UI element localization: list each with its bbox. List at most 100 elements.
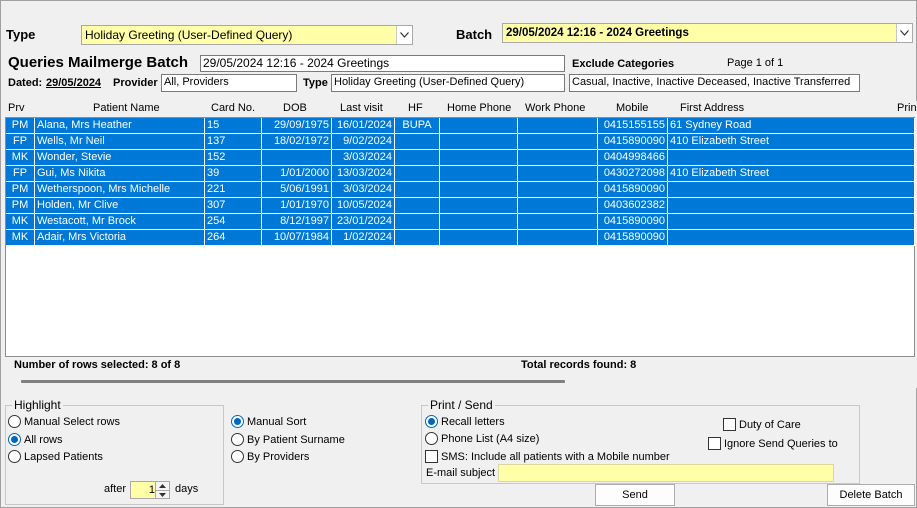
table-cell: 0415890090 xyxy=(598,214,668,229)
batch-dropdown-value: 29/05/2024 12:16 - 2024 Greetings xyxy=(506,27,689,39)
send-button[interactable]: Send xyxy=(595,484,675,506)
type-dropdown[interactable]: Holiday Greeting (User-Defined Query) xyxy=(81,25,413,45)
table-cell: 0404998466 xyxy=(598,150,668,165)
table-cell: PM xyxy=(6,118,35,133)
table-cell: Wells, Mr Neil xyxy=(35,134,205,149)
table-cell: PM xyxy=(6,182,35,197)
grid-header: Prv Patient Name Card No. DOB Last visit… xyxy=(5,101,917,117)
radio-manual-select[interactable]: Manual Select rows xyxy=(8,415,120,428)
checkbox-icon[interactable] xyxy=(723,418,736,431)
radio-selected-icon[interactable] xyxy=(231,415,244,428)
checkbox-icon[interactable] xyxy=(708,437,721,450)
table-row[interactable]: MK Wonder, Stevie 152 3/03/2024 0404998466 xyxy=(6,150,915,166)
table-cell xyxy=(518,198,598,213)
table-cell xyxy=(395,182,440,197)
days-stepper-value[interactable]: 1 xyxy=(131,484,155,496)
col-last-visit[interactable]: Last visit xyxy=(340,102,383,114)
dated-value: 29/05/2024 xyxy=(46,77,102,89)
after-label: after xyxy=(104,483,127,495)
dated-label: Dated: xyxy=(8,77,43,89)
table-cell xyxy=(395,134,440,149)
table-cell: Holden, Mr Clive xyxy=(35,198,205,213)
col-work-phone[interactable]: Work Phone xyxy=(525,102,585,114)
sms-checkbox-row[interactable]: SMS: Include all patients with a Mobile … xyxy=(425,450,670,463)
radio-by-surname[interactable]: By Patient Surname xyxy=(231,433,345,446)
batch-name-field: 29/05/2024 12:16 - 2024 Greetings xyxy=(200,55,565,72)
radio-icon[interactable] xyxy=(8,415,21,428)
table-row[interactable]: FP Wells, Mr Neil 137 18/02/1972 9/02/2024 04… xyxy=(6,134,915,150)
table-cell xyxy=(668,230,915,245)
table-cell: 61 Sydney Road xyxy=(668,118,915,133)
radio-icon[interactable] xyxy=(8,450,21,463)
table-cell: 15 xyxy=(205,118,262,133)
email-subject-input[interactable] xyxy=(498,464,834,482)
radio-icon[interactable] xyxy=(425,432,438,445)
horizontal-scrollbar[interactable] xyxy=(21,380,565,383)
table-cell: MK xyxy=(6,230,35,245)
duty-of-care-row[interactable]: Duty of Care xyxy=(723,418,801,431)
chevron-down-icon[interactable] xyxy=(396,26,412,44)
table-cell xyxy=(440,134,518,149)
col-patient-name[interactable]: Patient Name xyxy=(93,102,160,114)
table-cell: 307 xyxy=(205,198,262,213)
table-cell: 221 xyxy=(205,182,262,197)
exclude-categories-field: Casual, Inactive, Inactive Deceased, Ina… xyxy=(569,74,860,92)
patient-grid[interactable]: Prv Patient Name Card No. DOB Last visit… xyxy=(5,101,917,388)
table-cell xyxy=(395,230,440,245)
table-row[interactable]: FP Gui, Ms Nikita 39 1/01/2000 13/03/2024 043… xyxy=(6,166,915,182)
col-card-no[interactable]: Card No. xyxy=(211,102,255,114)
table-cell xyxy=(395,150,440,165)
chevron-down-icon[interactable] xyxy=(896,24,912,42)
table-row[interactable]: MK Westacott, Mr Brock 254 8/12/1997 23/01/2… xyxy=(6,214,915,230)
radio-recall-letters[interactable]: Recall letters xyxy=(425,415,505,428)
radio-by-providers[interactable]: By Providers xyxy=(231,450,309,463)
radio-selected-icon[interactable] xyxy=(8,433,21,446)
col-print[interactable]: Prin xyxy=(897,102,917,114)
table-row[interactable]: MK Adair, Mrs Victoria 264 10/07/1984 1/02/2… xyxy=(6,230,915,246)
radio-selected-icon[interactable] xyxy=(425,415,438,428)
table-row[interactable]: PM Wetherspoon, Mrs Michelle 221 5/06/1991 3… xyxy=(6,182,915,198)
table-cell xyxy=(262,150,332,165)
table-cell xyxy=(518,150,598,165)
table-cell xyxy=(668,182,915,197)
col-dob[interactable]: DOB xyxy=(283,102,307,114)
table-row[interactable]: PM Holden, Mr Clive 307 1/01/1970 10/05/2024… xyxy=(6,198,915,214)
table-cell xyxy=(440,198,518,213)
radio-icon[interactable] xyxy=(231,433,244,446)
grid-body[interactable]: PM Alana, Mrs Heather 15 29/09/1975 16/01/20… xyxy=(5,117,915,357)
radio-icon[interactable] xyxy=(231,450,244,463)
table-cell: 0415890090 xyxy=(598,134,668,149)
table-cell xyxy=(395,198,440,213)
print-send-title: Print / Send xyxy=(428,398,495,412)
days-stepper[interactable]: 1 xyxy=(130,481,170,499)
radio-manual-sort[interactable]: Manual Sort xyxy=(231,415,306,428)
table-cell: 10/07/1984 xyxy=(262,230,332,245)
table-cell: 8/12/1997 xyxy=(262,214,332,229)
radio-phone-list[interactable]: Phone List (A4 size) xyxy=(425,432,539,445)
delete-batch-button[interactable]: Delete Batch xyxy=(827,484,915,506)
table-cell: 13/03/2024 xyxy=(332,166,395,181)
table-cell: 410 Elizabeth Street xyxy=(668,166,915,181)
checkbox-icon[interactable] xyxy=(425,450,438,463)
table-cell: FP xyxy=(6,134,35,149)
col-first-address[interactable]: First Address xyxy=(680,102,744,114)
table-cell: 410 Elizabeth Street xyxy=(668,134,915,149)
ignore-send-queries-row[interactable]: Ignore Send Queries to xyxy=(708,437,838,450)
col-home-phone[interactable]: Home Phone xyxy=(447,102,511,114)
page-info: Page 1 of 1 xyxy=(727,57,784,69)
table-cell: Adair, Mrs Victoria xyxy=(35,230,205,245)
table-cell xyxy=(395,166,440,181)
radio-lapsed-patients[interactable]: Lapsed Patients xyxy=(8,450,103,463)
col-prv[interactable]: Prv xyxy=(8,102,25,114)
radio-all-rows[interactable]: All rows xyxy=(8,433,63,446)
table-cell xyxy=(518,166,598,181)
header-type-label: Type xyxy=(303,77,328,89)
col-mobile[interactable]: Mobile xyxy=(616,102,648,114)
batch-dropdown[interactable]: 29/05/2024 12:16 - 2024 Greetings xyxy=(502,23,913,43)
table-row[interactable]: PM Alana, Mrs Heather 15 29/09/1975 16/01/20… xyxy=(6,118,915,134)
table-cell: 18/02/1972 xyxy=(262,134,332,149)
chevron-up-icon[interactable] xyxy=(156,482,169,490)
table-cell xyxy=(440,118,518,133)
col-hf[interactable]: HF xyxy=(408,102,423,114)
chevron-down-icon[interactable] xyxy=(156,490,169,498)
